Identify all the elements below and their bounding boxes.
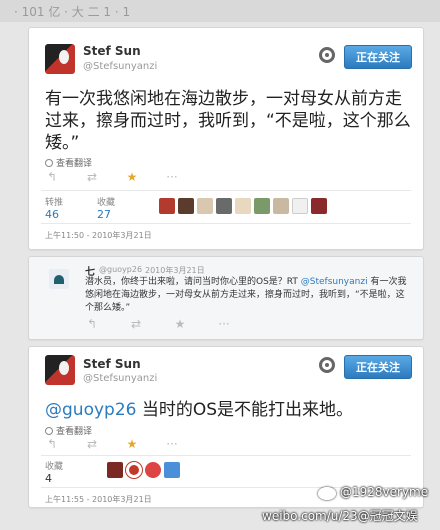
user-avatar[interactable] <box>311 198 327 214</box>
globe-icon <box>45 158 53 167</box>
tweet-text: 有一次我悠闲地在海边散步，一对母女从前方走过来，擦身而过时，我听到，“不是啦，这… <box>45 89 411 153</box>
user-avatar[interactable] <box>197 198 213 214</box>
heart-icon <box>54 274 64 284</box>
retweet-icon[interactable]: ⇄ <box>129 317 143 331</box>
user-handle[interactable]: @Stefsunyanzi <box>83 61 157 72</box>
display-name[interactable]: Stef Sun <box>83 44 141 58</box>
follow-button-label: 正在关注 <box>356 361 400 374</box>
action-bar: ↰ ⇄ ★ ··· <box>45 170 179 184</box>
favorites-count: 27 <box>97 208 111 221</box>
top-fragment: · 101 亿 · 大 二 1 · 1 <box>0 0 440 22</box>
translate-link[interactable]: 查看翻译 <box>45 156 92 169</box>
favorite-star-icon[interactable]: ★ <box>125 437 139 451</box>
divider <box>41 190 411 191</box>
tweet-text: @guoyp26 当时的OS是不能打出来地。 <box>45 399 413 421</box>
reply-icon[interactable]: ↰ <box>45 437 59 451</box>
reply-text-before: 潜水员，你终于出来啦，请问当时你心里的OS是？RT <box>85 277 301 287</box>
reply-icon[interactable]: ↰ <box>45 170 59 184</box>
favorites-count: 4 <box>45 472 52 485</box>
user-avatar[interactable] <box>216 198 232 214</box>
retweets-label: 转推 <box>45 198 64 208</box>
avatar[interactable] <box>45 44 75 74</box>
globe-icon <box>45 426 53 435</box>
user-avatar[interactable] <box>159 198 175 214</box>
mention-link[interactable]: @guoyp26 <box>45 400 136 420</box>
favorites-label: 收藏 <box>97 198 116 208</box>
favorites-stat[interactable]: 收藏 4 <box>45 459 63 485</box>
tweet-timestamp[interactable]: 上午11:50 - 2010年3月21日 <box>45 230 152 241</box>
reply-text: 潜水员，你终于出来啦，请问当时你心里的OS是？RT @Stefsunyanzi … <box>85 276 411 315</box>
retweet-icon[interactable]: ⇄ <box>85 437 99 451</box>
favorite-star-icon[interactable]: ★ <box>173 317 187 331</box>
favorites-stat[interactable]: 收藏 27 <box>97 195 115 221</box>
translate-label: 查看翻译 <box>56 159 93 169</box>
user-avatar[interactable] <box>178 198 194 214</box>
reply-handle[interactable]: @guoyp26 <box>99 265 142 274</box>
retweets-count: 46 <box>45 208 59 221</box>
reply-card: 七 @guoyp26 2010年3月21日 潜水员，你终于出来啦，请问当时你心里… <box>28 256 424 340</box>
divider <box>41 223 411 224</box>
avatar[interactable] <box>45 355 75 385</box>
favoriter-avatars <box>159 198 327 214</box>
tweet-body: 当时的OS是不能打出来地。 <box>136 400 354 420</box>
following-button[interactable]: 正在关注 <box>344 355 412 379</box>
user-handle[interactable]: @Stefsunyanzi <box>83 373 157 384</box>
favorite-star-icon[interactable]: ★ <box>125 170 139 184</box>
following-button[interactable]: 正在关注 <box>344 45 412 69</box>
user-avatar[interactable] <box>235 198 251 214</box>
tweet-card: Stef Sun @Stefsunyanzi 正在关注 有一次我悠闲地在海边散步… <box>28 27 424 250</box>
retweet-icon[interactable]: ⇄ <box>85 170 99 184</box>
translate-link[interactable]: 查看翻译 <box>45 424 92 437</box>
user-avatar[interactable] <box>273 198 289 214</box>
translate-label: 查看翻译 <box>56 427 93 437</box>
more-icon[interactable]: ··· <box>217 317 231 331</box>
gear-icon[interactable] <box>319 357 335 373</box>
reply-avatar[interactable] <box>49 269 69 289</box>
action-bar: ↰ ⇄ ★ ··· <box>45 437 179 451</box>
user-avatar[interactable] <box>126 462 142 478</box>
reply-icon[interactable]: ↰ <box>85 317 99 331</box>
user-avatar[interactable] <box>292 198 308 214</box>
user-avatar[interactable] <box>107 462 123 478</box>
favoriter-avatars <box>107 462 180 478</box>
display-name[interactable]: Stef Sun <box>83 357 141 371</box>
more-icon[interactable]: ··· <box>165 170 179 184</box>
reply-date[interactable]: 2010年3月21日 <box>145 265 205 276</box>
user-avatar[interactable] <box>254 198 270 214</box>
mention-link[interactable]: @Stefsunyanzi <box>301 277 368 287</box>
more-icon[interactable]: ··· <box>165 437 179 451</box>
weibo-logo-icon <box>318 487 336 500</box>
reply-action-bar: ↰ ⇄ ★ ··· <box>85 317 231 331</box>
divider <box>41 455 411 456</box>
watermark-handle: @1928veryme <box>340 485 429 499</box>
tweet-timestamp[interactable]: 上午11:55 - 2010年3月21日 <box>45 494 152 505</box>
favorites-label: 收藏 <box>45 462 64 472</box>
retweets-stat[interactable]: 转推 46 <box>45 195 63 221</box>
user-avatar[interactable] <box>145 462 161 478</box>
follow-button-label: 正在关注 <box>356 51 400 64</box>
watermark-url: weibo.com/u/23@冠冠文娱 <box>262 509 418 523</box>
tweet-card: Stef Sun @Stefsunyanzi 正在关注 @guoyp26 当时的… <box>28 346 424 508</box>
gear-icon[interactable] <box>319 47 335 63</box>
user-avatar[interactable] <box>164 462 180 478</box>
